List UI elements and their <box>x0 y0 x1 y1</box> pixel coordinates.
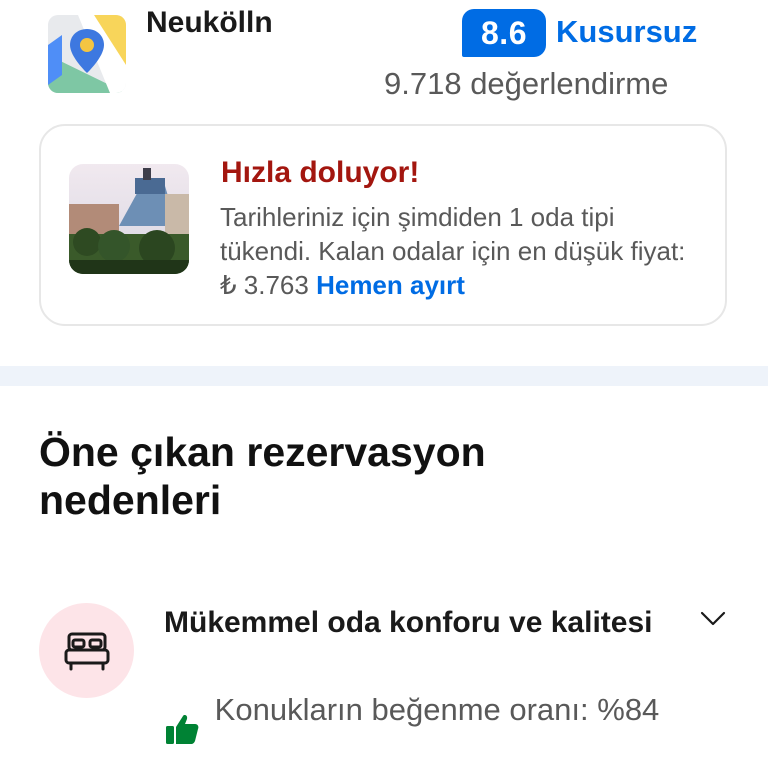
approval-rate: Konukların beğenme oranı: %84 <box>214 692 660 727</box>
location-name: Neukölln <box>146 6 273 39</box>
section-title: Öne çıkan rezervasyon nedenleri <box>39 429 486 523</box>
map-icon[interactable] <box>48 15 126 93</box>
reason-title[interactable]: Mükemmel oda konforu ve kalitesi <box>164 602 664 644</box>
review-count[interactable]: 9.718 değerlendirme <box>384 66 668 102</box>
urgency-title: Hızla doluyor! <box>221 156 420 189</box>
urgency-message: Tarihleriniz için şimdiden 1 oda tipi tü… <box>220 200 700 302</box>
hotel-thumbnail <box>69 164 189 274</box>
thumbs-up-icon <box>164 712 200 746</box>
review-score-badge: 8.6 <box>462 9 546 57</box>
chevron-down-icon[interactable] <box>698 607 728 629</box>
book-now-link[interactable]: Hemen ayırt <box>316 270 465 300</box>
review-score-label: Kusursuz <box>556 14 698 49</box>
section-divider <box>0 366 768 386</box>
bed-icon <box>39 603 134 698</box>
